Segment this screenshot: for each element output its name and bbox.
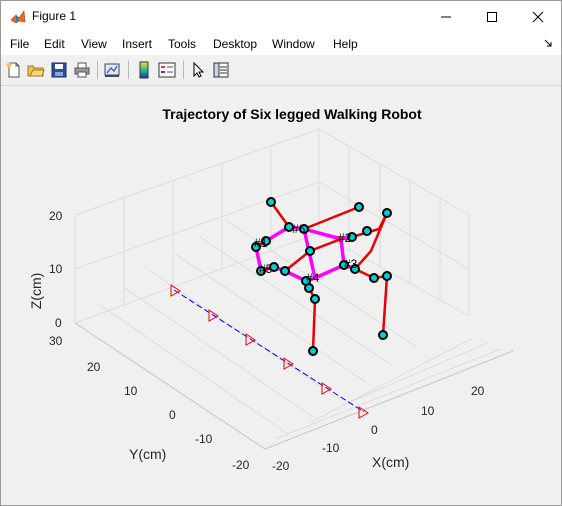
leg-label: #3 [344,257,358,271]
joint-marker [354,202,364,212]
joint-marker [305,246,315,256]
leg-label: #4 [306,271,320,285]
figure-toolbar [1,55,561,86]
z-tick-label: 10 [49,262,63,276]
menu-window[interactable]: Window [272,37,315,51]
figure-canvas[interactable]: 0 10 20 30 20 10 0 -10 -20 -20 -10 0 10 … [1,86,561,505]
menu-bar: File Edit View Insert Tools Desktop Wind… [1,33,561,55]
menu-file[interactable]: File [10,37,29,51]
menu-desktop[interactable]: Desktop [213,37,257,51]
y-tick-label: 20 [87,360,101,374]
plot-title: Trajectory of Six legged Walking Robot [162,106,422,122]
axes-grid [74,128,514,450]
y-tick-label: 30 [49,334,63,348]
toolbar-separator [183,61,184,79]
y-axis-label: Y(cm) [129,446,166,462]
save-icon[interactable] [50,61,68,79]
menu-view[interactable]: View [81,37,107,51]
new-figure-icon[interactable] [5,61,23,79]
joint-marker [369,273,379,283]
x-tick-label: 10 [421,404,435,418]
x-tick-label: -10 [322,441,340,455]
joint-marker [304,283,314,293]
x-axis-label: X(cm) [372,454,409,470]
y-tick-label: -10 [195,432,213,446]
colorbar-icon[interactable] [135,61,153,79]
y-tick-label: 0 [169,408,176,422]
joint-marker [310,294,320,304]
window-title: Figure 1 [32,9,77,23]
y-tick-label: 10 [124,384,138,398]
joint-marker [382,208,392,218]
joint-marker [362,226,372,236]
z-tick-label: 20 [49,209,63,223]
joint-marker [382,271,392,281]
pointer-icon[interactable] [189,61,207,79]
maximize-button[interactable] [469,1,515,33]
y-tick-label: -20 [232,458,250,472]
joint-marker [280,266,290,276]
title-bar: Figure 1 [1,1,561,33]
menu-tools[interactable]: Tools [168,37,196,51]
minimize-button[interactable] [423,1,469,33]
dock-arrow-icon[interactable] [543,38,553,48]
leg-label: #6 [292,222,306,236]
x-tick-label: -20 [272,459,290,473]
link-plot-icon[interactable] [103,61,121,79]
legend-icon[interactable] [158,61,176,79]
menu-help[interactable]: Help [333,37,358,51]
matlab-icon [10,9,26,25]
open-file-icon[interactable] [27,61,45,79]
z-tick-label: 0 [55,316,62,330]
joint-marker [378,330,388,340]
planned-path-line [173,289,365,413]
x-tick-label: 0 [371,423,378,437]
axes-box [74,322,514,450]
print-icon[interactable] [73,61,91,79]
property-editor-icon[interactable] [212,61,230,79]
joint-marker [308,346,318,356]
maximize-icon [487,12,497,22]
close-icon [532,11,544,23]
figure-window: Figure 1 File Edit View Insert Tools Des… [0,0,562,506]
toolbar-separator [128,61,129,79]
x-tick-label: 20 [471,384,485,398]
menu-insert[interactable]: Insert [122,37,152,51]
toolbar-separator [97,61,98,79]
leg-label: #1 [254,236,268,250]
joint-marker [266,197,276,207]
close-button[interactable] [515,1,561,33]
menu-edit[interactable]: Edit [44,37,65,51]
leg-label: #2 [338,231,352,245]
z-axis-label: Z(cm) [28,273,44,310]
minimize-icon [441,16,451,18]
leg-label: #5 [259,262,273,276]
